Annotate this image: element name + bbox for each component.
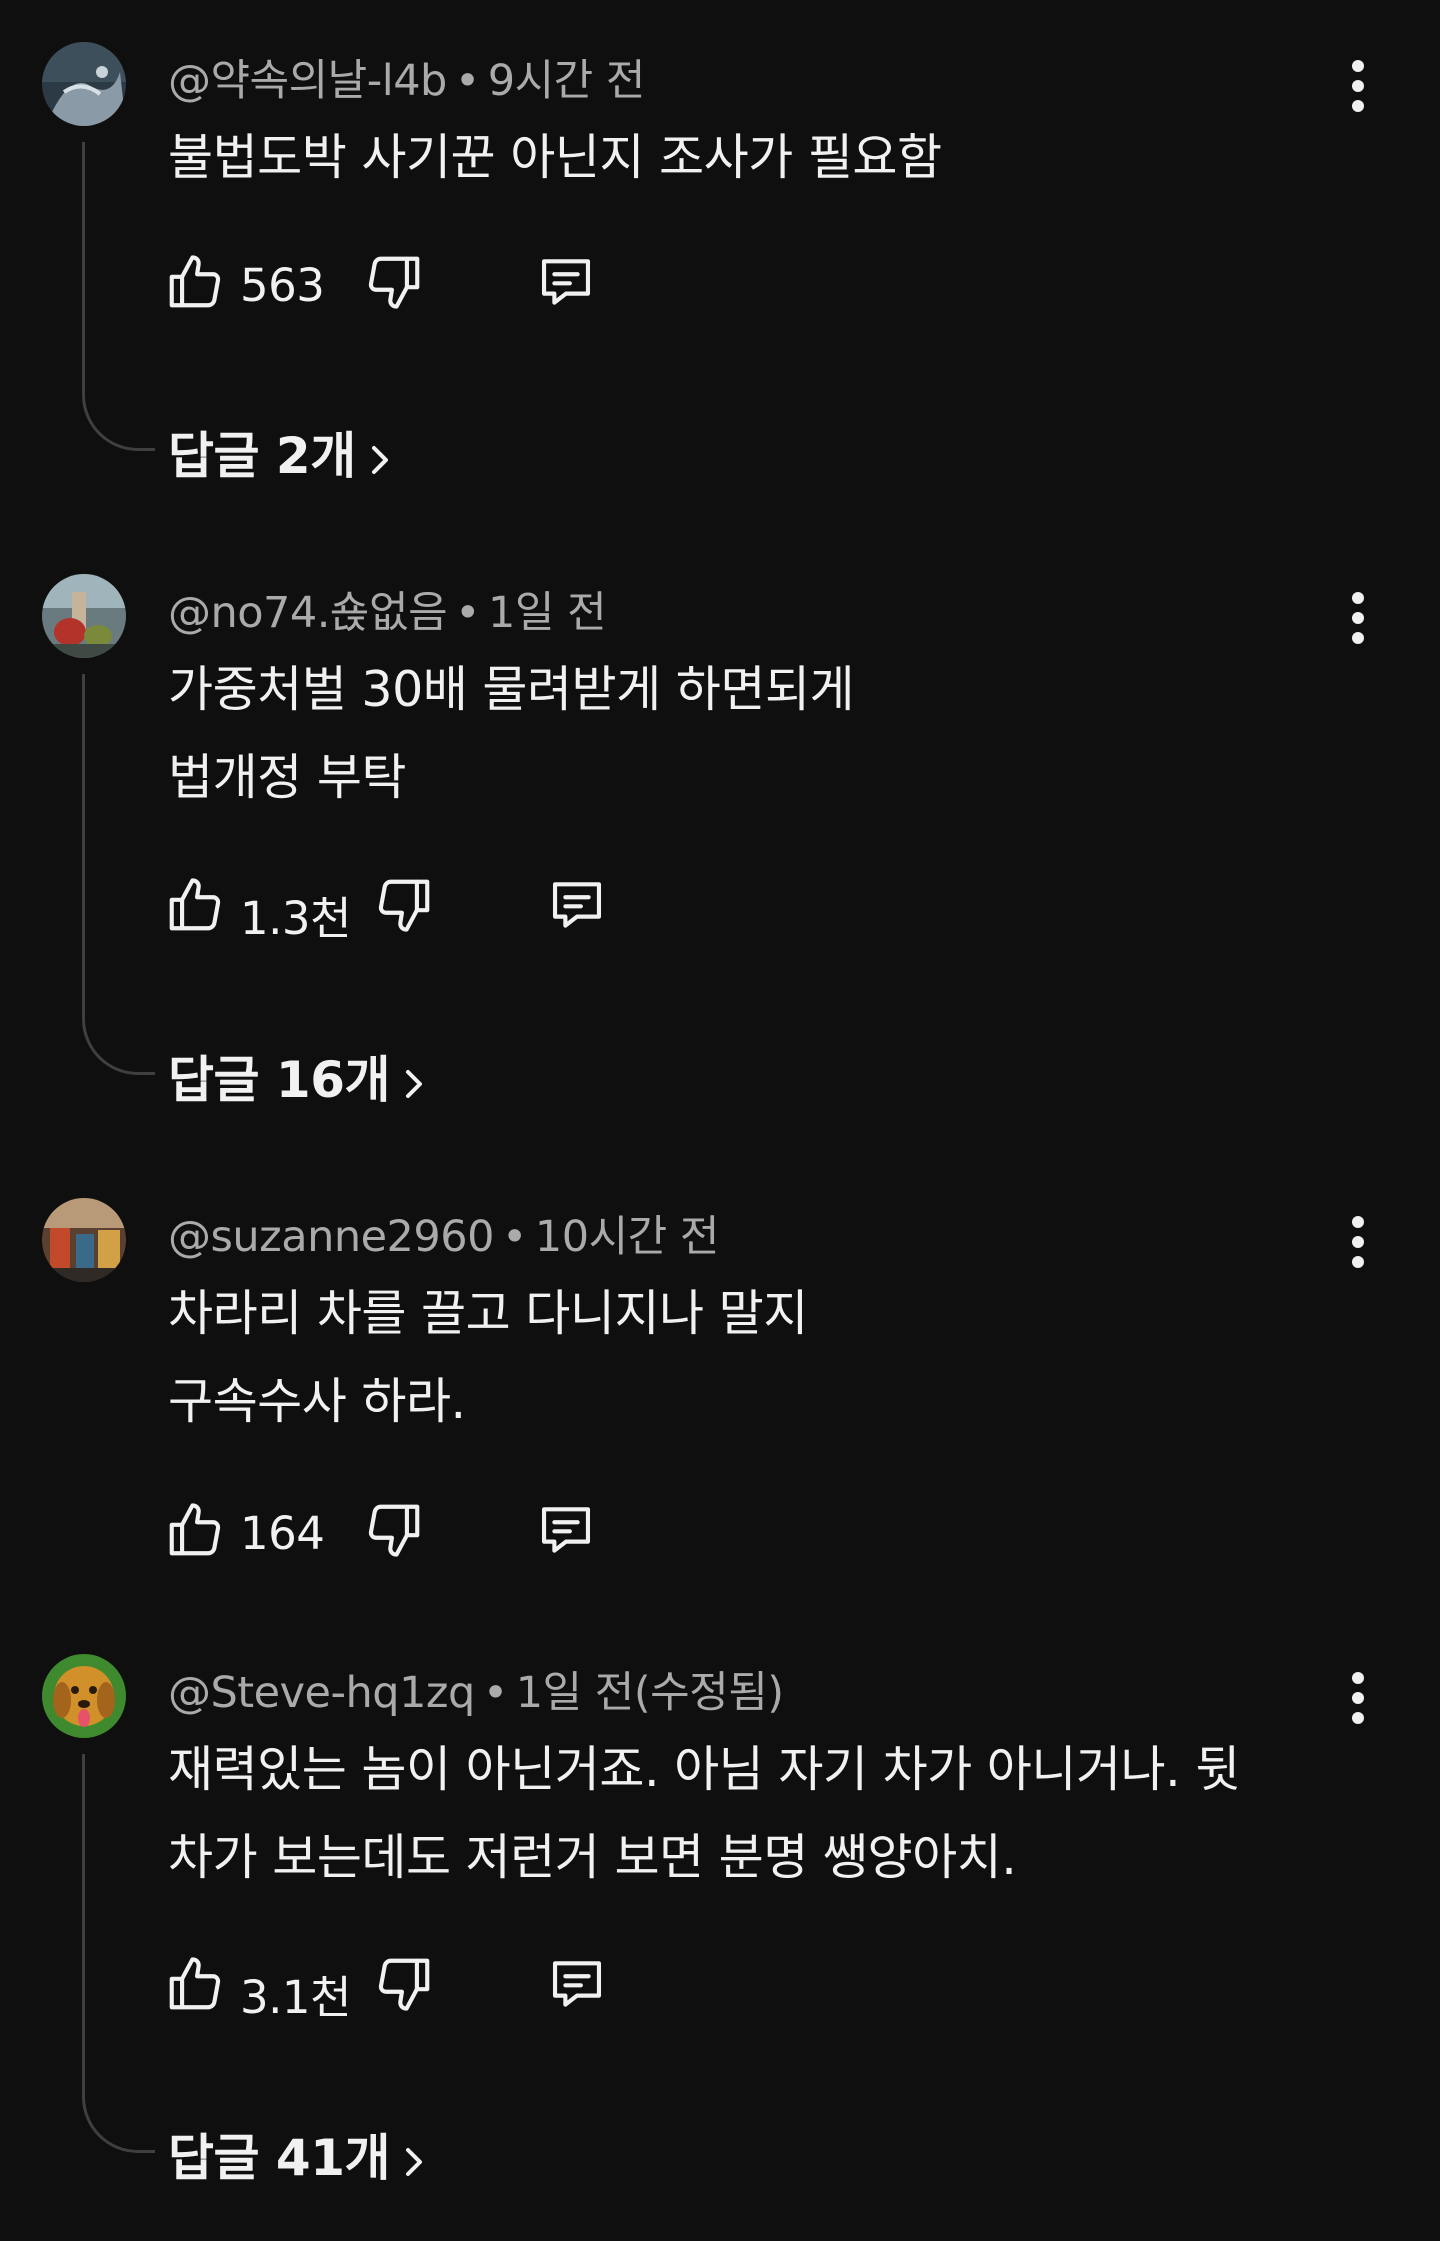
thumbs-down-icon[interactable] — [363, 251, 425, 313]
like-count: 3.1천 — [240, 1971, 351, 2024]
reply-comment-icon[interactable] — [535, 251, 597, 313]
chevron-right-icon — [371, 445, 388, 474]
comment-text: 가중처벌 30배 물려받게 하면되게 법개정 부탁 — [168, 646, 855, 822]
thumbs-down-icon[interactable] — [373, 1953, 435, 2015]
comment-author[interactable]: @Steve-hq1zq — [168, 1668, 475, 1718]
meta-separator: • — [501, 1212, 527, 1262]
comment-text: 차라리 차를 끌고 다니지나 말지 구속수사 하라. — [168, 1270, 808, 1446]
avatar[interactable] — [42, 574, 126, 658]
meta-separator: • — [454, 56, 480, 106]
comment-meta: @no74.숁없음 • 1일 전 — [168, 578, 607, 640]
avatar[interactable] — [42, 1198, 126, 1282]
comment-author[interactable]: @no74.숁없음 — [168, 588, 448, 638]
comment-time[interactable]: 10시간 전 — [535, 1212, 720, 1262]
avatar[interactable] — [42, 42, 126, 126]
comment-text-line: 구속수사 하라. — [168, 1373, 466, 1430]
avatar[interactable] — [42, 1654, 126, 1738]
comment-meta: @Steve-hq1zq • 1일 전(수정됨) — [168, 1658, 784, 1720]
comment-time[interactable]: 9시간 전 — [488, 56, 646, 106]
like-count: 1.3천 — [240, 892, 351, 945]
reply-comment-icon[interactable] — [535, 1499, 597, 1561]
chevron-right-icon — [406, 2147, 422, 2176]
thread-line — [82, 674, 155, 1075]
comment-text: 재력있는 놈이 아닌거죠. 아님 자기 차가 아니거나. 뒷 차가 보는데도 저… — [168, 1726, 1240, 1902]
more-vertical-icon[interactable] — [1340, 1668, 1376, 1728]
more-vertical-icon[interactable] — [1340, 1212, 1376, 1272]
chevron-right-icon — [406, 1069, 422, 1098]
thumbs-down-icon[interactable] — [373, 874, 435, 936]
thread-line — [82, 1754, 155, 2153]
thumbs-up-icon[interactable] — [164, 1953, 226, 2015]
comment-meta: @suzanne2960 • 10시간 전 — [168, 1202, 719, 1264]
more-vertical-icon[interactable] — [1340, 588, 1376, 648]
thumbs-up-icon[interactable] — [164, 874, 226, 936]
meta-separator: • — [455, 588, 481, 638]
thumbs-up-icon[interactable] — [164, 251, 226, 313]
thread-line — [82, 142, 155, 451]
view-replies-button[interactable]: 답글 16개 — [168, 1040, 428, 1112]
reply-comment-icon[interactable] — [546, 1953, 608, 2015]
comment-text: 불법도박 사기꾼 아닌지 조사가 필요함 — [168, 114, 942, 202]
comment-meta: @약속의날-l4b • 9시간 전 — [168, 46, 645, 108]
view-replies-button[interactable]: 답글 41개 — [168, 2118, 428, 2190]
comment-text-line: 가중처벌 30배 물려받게 하면되게 — [168, 661, 855, 718]
view-replies-button[interactable]: 답글 2개 — [168, 416, 394, 488]
comment-text-line: 차가 보는데도 저런거 보면 분명 쌩양아치. — [168, 1829, 1017, 1886]
replies-label: 답글 2개 — [168, 427, 356, 485]
comment-text-line: 재력있는 놈이 아닌거죠. 아님 자기 차가 아니거나. 뒷 — [168, 1741, 1240, 1798]
more-vertical-icon[interactable] — [1340, 56, 1376, 116]
comment-text-line: 불법도박 사기꾼 아닌지 조사가 필요함 — [168, 129, 942, 186]
meta-separator: • — [482, 1668, 508, 1718]
replies-label: 답글 41개 — [168, 2129, 391, 2187]
comment-time[interactable]: 1일 전 — [488, 588, 607, 638]
replies-label: 답글 16개 — [168, 1051, 391, 1109]
comment-text-line: 법개정 부탁 — [168, 749, 406, 806]
comment-author[interactable]: @약속의날-l4b — [168, 56, 447, 106]
like-count: 563 — [240, 259, 325, 312]
like-count: 164 — [240, 1507, 325, 1560]
reply-comment-icon[interactable] — [546, 874, 608, 936]
comment-author[interactable]: @suzanne2960 — [168, 1212, 494, 1262]
thumbs-up-icon[interactable] — [164, 1499, 226, 1561]
thumbs-down-icon[interactable] — [363, 1499, 425, 1561]
comment-text-line: 차라리 차를 끌고 다니지나 말지 — [168, 1285, 808, 1342]
comment-time[interactable]: 1일 전(수정됨) — [516, 1668, 784, 1718]
